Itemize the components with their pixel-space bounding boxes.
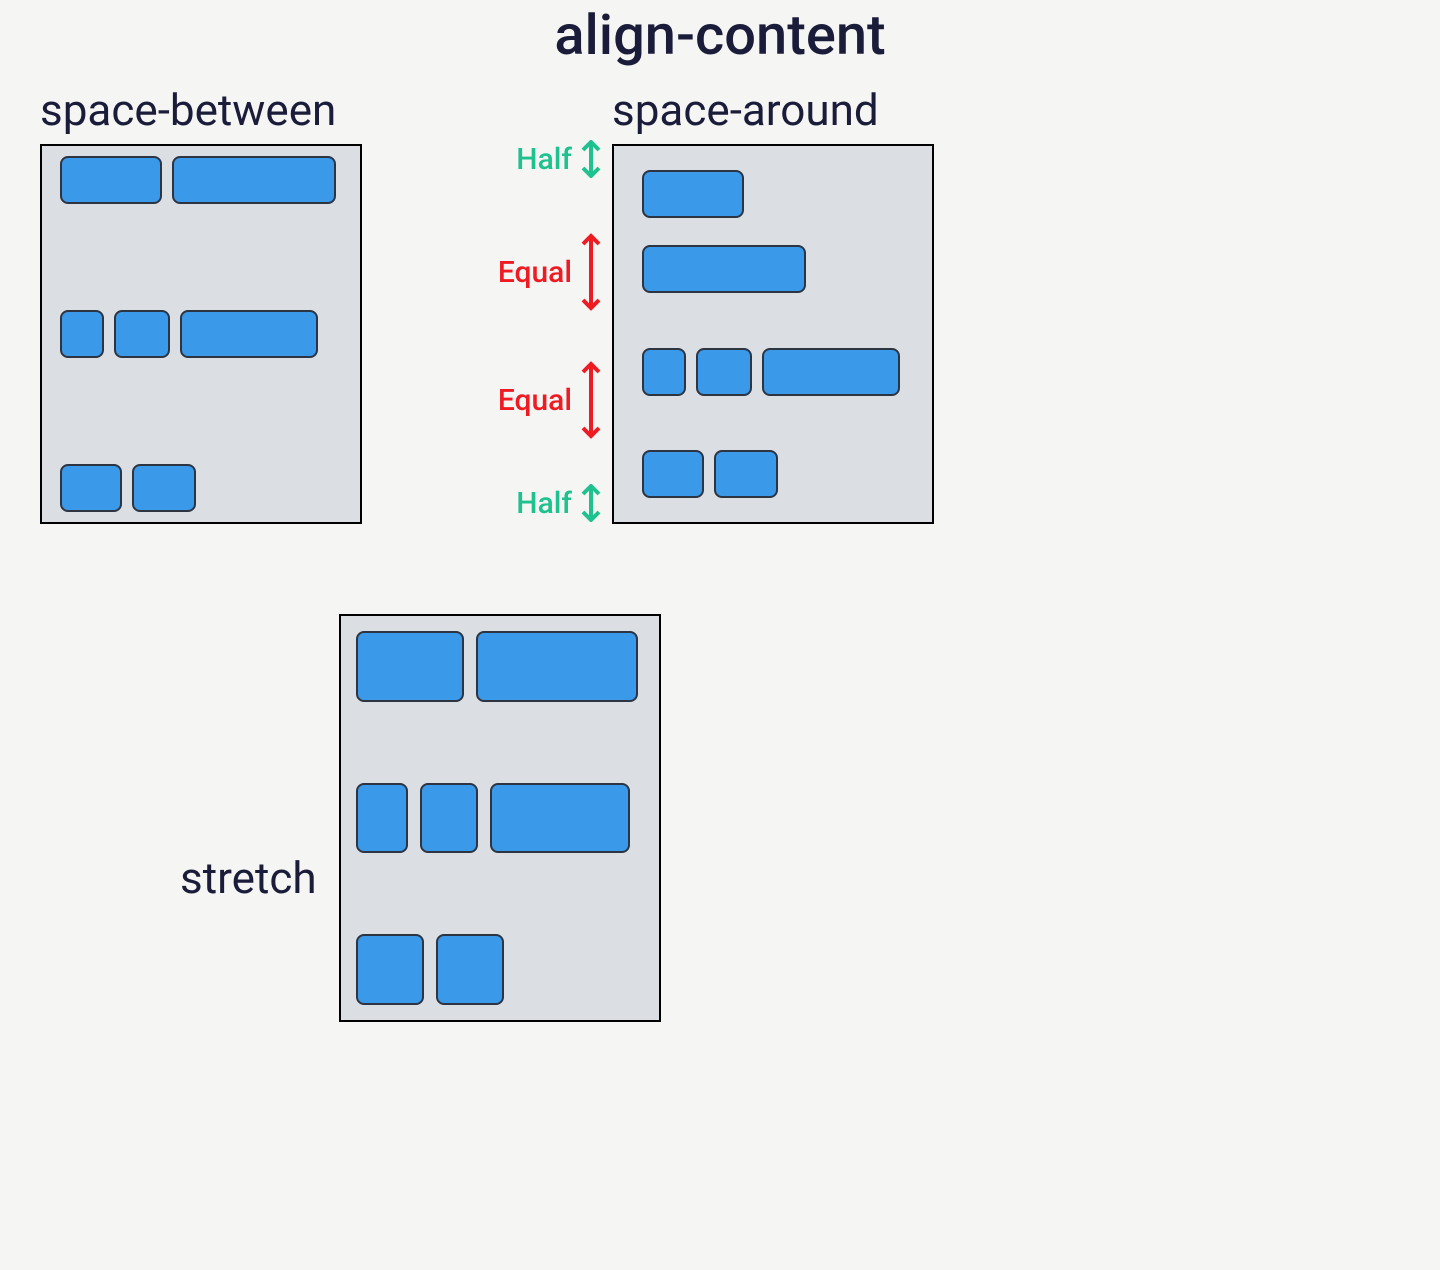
example-space-around: space-around Half Equal [612,84,934,524]
space-around-block: Half Equal [612,144,934,524]
examples-row-2: stretch [0,614,1440,1022]
flex-item [180,310,318,358]
flex-item [60,310,104,358]
annotation-equal-1: Equal [498,232,604,312]
flex-item [356,934,424,1005]
flex-item [60,464,122,512]
flex-item [436,934,504,1005]
flex-item [642,348,686,396]
annotation-text: Equal [498,255,572,290]
example-space-between: space-between [40,84,362,524]
flex-item [420,783,478,854]
annotation-text: Equal [498,383,572,418]
flex-item [696,348,752,396]
flex-item [642,450,704,498]
double-arrow-icon [578,360,604,440]
flex-item [356,631,464,702]
flex-item [642,170,744,218]
annotation-text: Half [516,486,572,521]
examples-row-1: space-between space-around Half [0,84,1440,524]
flex-item [172,156,336,204]
double-arrow-icon [578,140,604,178]
flex-item [490,783,630,854]
line-break [356,702,644,716]
diagram-root: align-content space-between space-around [0,0,1440,1022]
flex-item [60,156,162,204]
flex-item [714,450,778,498]
label-space-around: space-around [612,84,879,136]
annotation-equal-2: Equal [498,360,604,440]
space-around-annotations: Half Equal [482,144,612,524]
annotation-text: Half [516,142,572,177]
flex-item [476,631,638,702]
line-break [356,853,644,867]
flex-item [356,783,408,854]
container-stretch [339,614,661,1022]
page-title: align-content [0,0,1440,84]
annotation-half-top: Half [516,140,604,178]
container-space-around [612,144,934,524]
container-space-between [40,144,362,524]
label-stretch: stretch [180,852,317,904]
flex-item [132,464,196,512]
double-arrow-icon [578,484,604,522]
double-arrow-icon [578,232,604,312]
flex-item [642,245,806,293]
flex-item [114,310,170,358]
annotation-half-bottom: Half [516,484,604,522]
flex-item [762,348,900,396]
label-space-between: space-between [40,84,336,136]
